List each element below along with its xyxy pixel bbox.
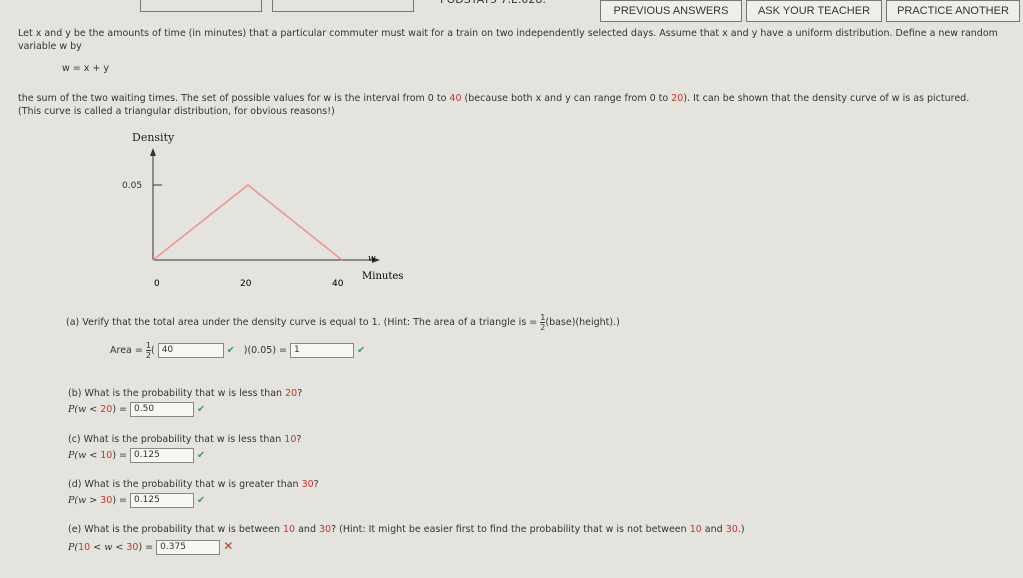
intro-text: Let x and y be the amounts of time (in m… [18,28,998,52]
check-icon: ✔ [357,345,366,356]
part-e-input[interactable]: 0.375 [156,540,221,555]
y-arrow-icon [150,148,156,156]
formula: w = x + y [62,63,110,74]
part-e: (e) What is the probability that w is be… [68,524,745,555]
part-b-input[interactable]: 0.50 [130,402,195,417]
x-var-label: w [368,254,376,264]
part-c: (c) What is the probability that w is le… [68,434,302,463]
practice-another-button[interactable]: PRACTICE ANOTHER [886,0,1020,22]
check-icon: ✔ [226,345,235,356]
part-c-input[interactable]: 0.125 [130,448,195,463]
part-d: (d) What is the probability that w is gr… [68,479,319,508]
tab-box [272,0,414,12]
x-tick-label: 0 [154,279,160,289]
y-axis-label: Density [132,131,175,144]
previous-answers-button[interactable]: PREVIOUS ANSWERS [600,0,742,22]
problem-id: PODSTAT5 7.E.028. [440,0,546,6]
check-icon: ✔ [197,495,206,506]
x-tick-label: 20 [240,279,252,289]
tab-box [140,0,262,12]
ask-your-teacher-button[interactable]: ASK YOUR TEACHER [746,0,882,22]
check-icon: ✔ [197,404,206,415]
x-axis-label: Minutes [362,271,403,282]
density-graph: Density 0.05 0 20 40 w Minutes [122,131,403,289]
part-d-input[interactable]: 0.125 [130,493,195,508]
part-b: (b) What is the probability that w is le… [68,388,303,417]
intro-text-2: the sum of the two waiting times. The se… [18,93,970,117]
area-input[interactable]: 1 [290,343,355,358]
density-curve [152,184,343,261]
check-icon: ✔ [197,450,206,461]
base-input[interactable]: 40 [157,343,224,358]
part-a-answer: Area = 1 2( 40 ✔ )(0.05) = 1 ✔ [110,341,366,360]
y-tick-label: 0.05 [122,181,142,191]
part-a-question: (a) Verify that the total area under the… [66,313,620,332]
x-tick-label: 40 [332,279,344,289]
x-mark-icon: ✕ [223,539,234,553]
